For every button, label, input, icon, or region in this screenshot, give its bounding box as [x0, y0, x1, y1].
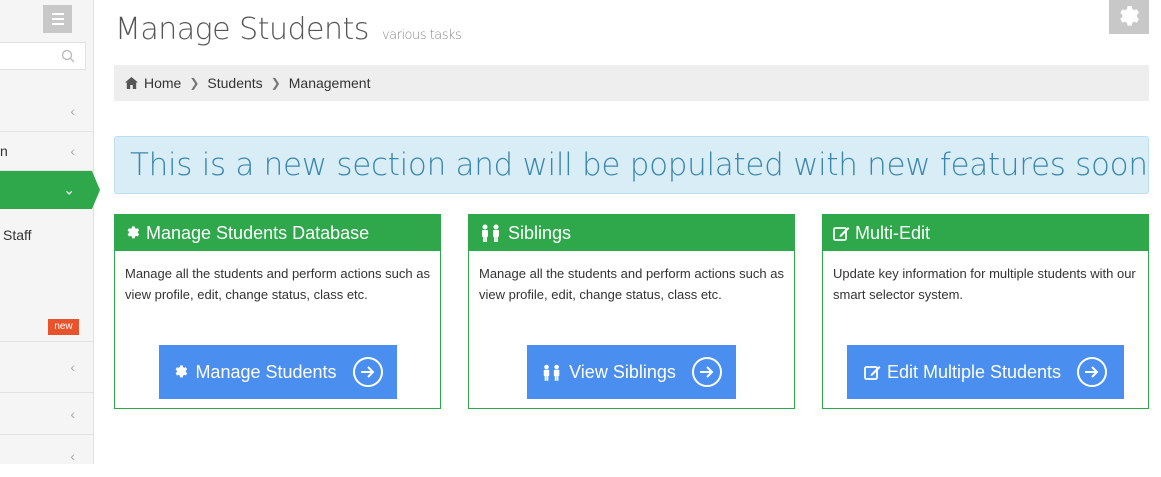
menu-toggle-button[interactable] [43, 5, 72, 33]
edit-icon [864, 366, 881, 380]
new-badge: new [48, 319, 79, 335]
chevron-down-icon: ⌄ [63, 181, 75, 198]
breadcrumb-students[interactable]: Students [207, 75, 262, 91]
sidebar-item-8[interactable]: ‹ [0, 435, 93, 477]
chevron-left-icon: ‹ [70, 448, 75, 464]
card-description: Update key information for multiple stud… [833, 266, 1136, 302]
button-label: View Siblings [569, 361, 676, 382]
page-title: Manage Students various tasks [115, 12, 462, 47]
sidebar-item-2[interactable]: n ‹ [0, 132, 93, 171]
edit-icon [833, 225, 850, 241]
settings-button[interactable] [1109, 0, 1149, 34]
sidebar-item-1[interactable]: ‹ [0, 90, 93, 132]
sidebar-item-label: n [0, 143, 8, 159]
card-header: Siblings [469, 215, 794, 251]
manage-students-button[interactable]: Manage Students [159, 345, 397, 399]
card-description: Manage all the students and perform acti… [479, 266, 784, 302]
sidebar: ‹ n ‹ ⌄ Staff new ‹ ‹ ‹ [0, 0, 100, 464]
breadcrumb-home[interactable]: Home [144, 75, 181, 91]
chevron-left-icon: ‹ [70, 102, 75, 119]
button-label: Manage Students [195, 361, 337, 382]
chevron-left-icon: ‹ [70, 143, 75, 159]
page-title-text: Manage Students [115, 12, 369, 47]
card-header: Multi-Edit [823, 215, 1148, 251]
card-multi-edit: Multi-Edit Update key information for mu… [822, 214, 1149, 409]
card-siblings: Siblings Manage all the students and per… [468, 214, 795, 409]
card-title: Multi-Edit [855, 222, 931, 243]
chevron-right-icon: ❯ [189, 76, 200, 90]
edit-multiple-students-button[interactable]: Edit Multiple Students [847, 345, 1124, 399]
card-manage-students-database: Manage Students Database Manage all the … [114, 214, 441, 409]
breadcrumb: Home ❯ Students ❯ Management [114, 65, 1149, 101]
people-icon [543, 364, 560, 381]
arrow-right-circle-icon [691, 357, 722, 387]
sidebar-subitem-new[interactable] [0, 313, 93, 342]
sidebar-item-7[interactable]: ‹ [0, 393, 93, 435]
gear-icon [176, 365, 188, 378]
gear-icon [125, 225, 141, 241]
breadcrumb-management: Management [288, 75, 371, 91]
card-title: Siblings [508, 222, 572, 243]
people-icon [479, 224, 503, 242]
info-notice: This is a new section and will be popula… [114, 136, 1149, 194]
sidebar-item-6[interactable]: ‹ [0, 342, 93, 393]
sidebar-search-input[interactable] [0, 42, 86, 70]
home-icon [125, 77, 138, 89]
view-siblings-button[interactable]: View Siblings [527, 345, 736, 399]
search-icon [61, 49, 75, 63]
gear-icon [1120, 6, 1140, 26]
card-header: Manage Students Database [115, 215, 440, 251]
sidebar-subitem-staff[interactable]: Staff [0, 215, 93, 255]
sidebar-item-label: Staff [3, 227, 32, 243]
chevron-left-icon: ‹ [70, 359, 75, 375]
arrow-right-circle-icon [1077, 357, 1108, 387]
arrow-right-circle-icon [352, 357, 383, 387]
button-label: Edit Multiple Students [886, 361, 1062, 382]
card-description: Manage all the students and perform acti… [125, 266, 430, 302]
chevron-right-icon: ❯ [270, 76, 281, 90]
sidebar-item-active[interactable]: ⌄ [0, 171, 100, 209]
page-subtitle: various tasks [381, 28, 462, 43]
card-title: Manage Students Database [146, 222, 370, 243]
chevron-left-icon: ‹ [70, 405, 75, 422]
